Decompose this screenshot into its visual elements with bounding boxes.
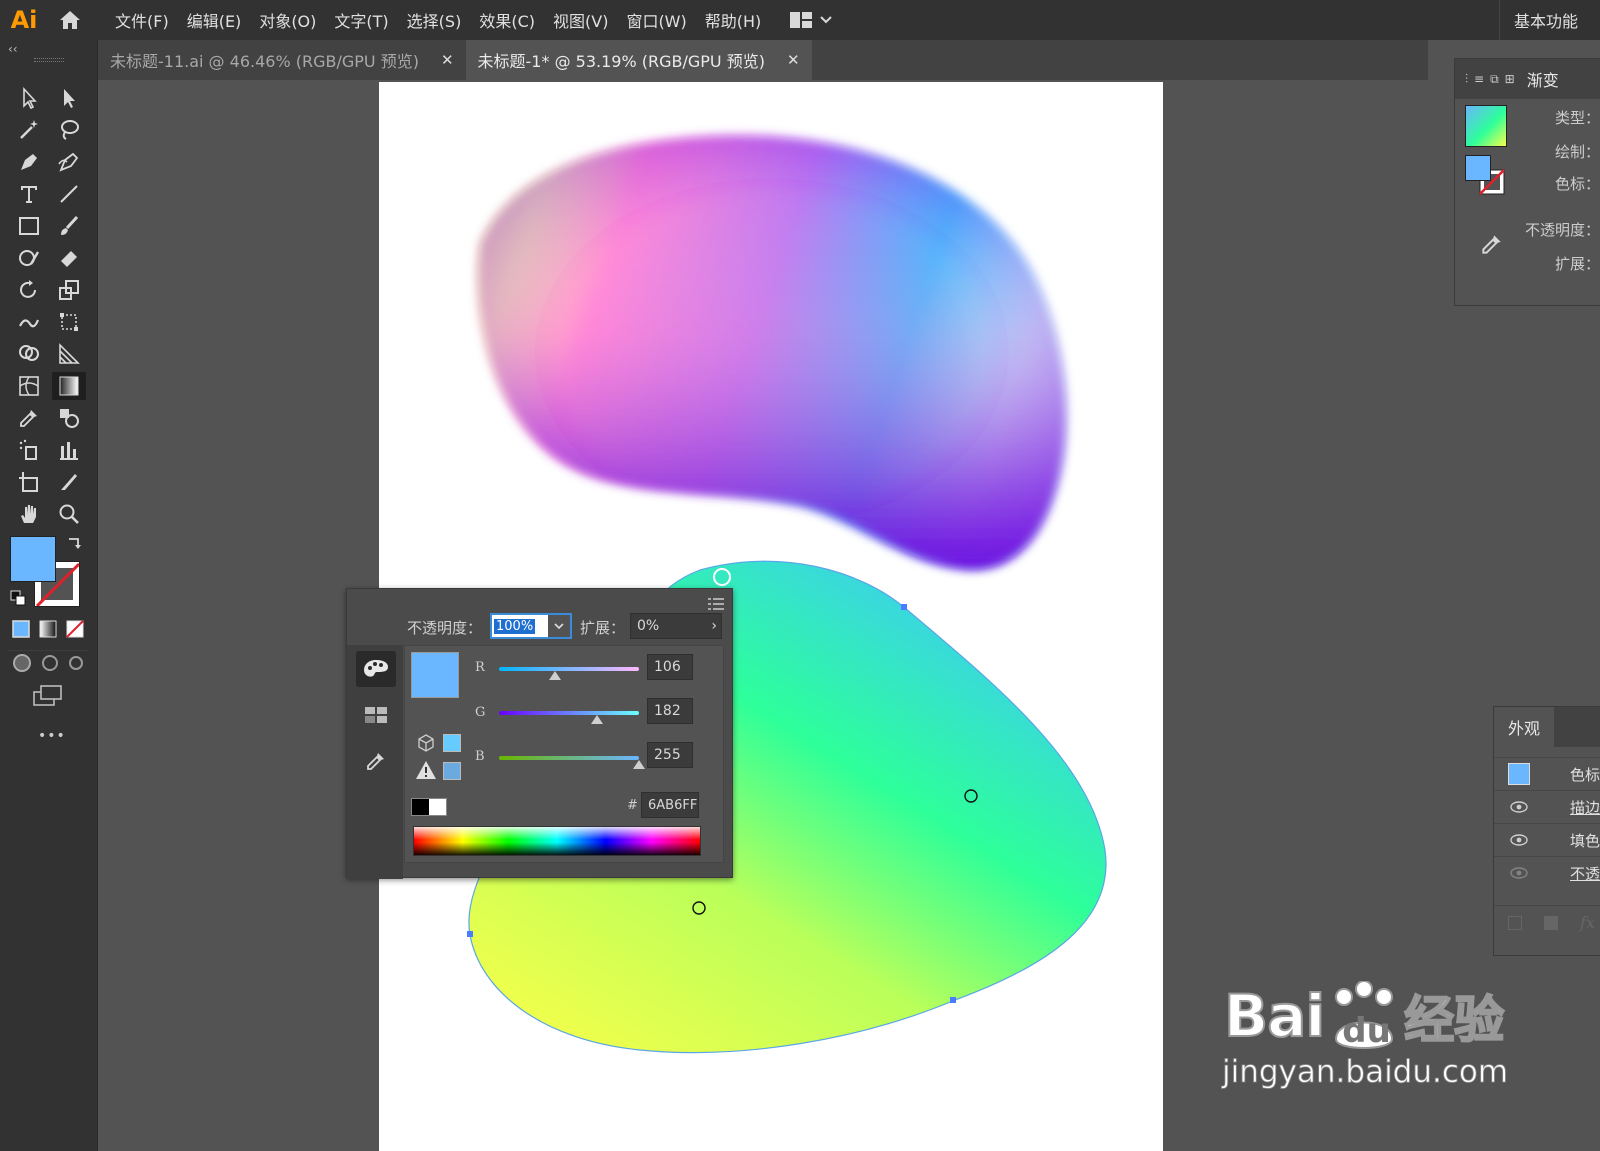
black-swatch[interactable] <box>412 799 429 815</box>
hex-field[interactable]: 6AB6FF <box>641 792 699 818</box>
appearance-row-stroke[interactable]: 描边 <box>1494 790 1600 823</box>
r-value-field[interactable]: 106 <box>647 654 693 680</box>
eye-icon[interactable] <box>1510 831 1528 850</box>
b-slider-thumb[interactable] <box>633 760 645 769</box>
chevron-right-icon[interactable]: › <box>711 618 717 634</box>
appearance-footer: fx <box>1494 905 1600 939</box>
current-color-swatch <box>411 652 459 698</box>
appearance-row-stop[interactable]: 色标 <box>1494 757 1600 790</box>
appearance-row-label: 填色 <box>1570 831 1600 850</box>
r-value: 106 <box>654 659 681 675</box>
appearance-row-label: 色标 <box>1570 765 1600 784</box>
panel-title-gradient[interactable]: 渐变 <box>1527 67 1559 91</box>
appearance-row-label[interactable]: 描边 <box>1570 797 1600 818</box>
align-icon[interactable]: ⫶ <box>1465 72 1468 87</box>
eye-icon[interactable] <box>1510 864 1528 883</box>
gradient-opacity-label: 不透明度： <box>1524 221 1600 239</box>
white-swatch[interactable] <box>429 799 446 815</box>
watermark-du-text: du <box>1342 1011 1391 1051</box>
g-slider-thumb[interactable] <box>591 715 603 724</box>
watermark-url: jingyan.baidu.com <box>1222 1054 1509 1091</box>
anchor-point[interactable] <box>901 604 907 610</box>
black-white-swatches[interactable] <box>411 798 447 816</box>
fill-color-swatch[interactable] <box>10 536 56 582</box>
pathfinder-icon[interactable]: ⧉ <box>1490 72 1499 87</box>
gradient-panel: ⫶ ≡ ⧉ ⊞ 渐变 类型： 绘制： 色标： 不透明度： 扩展： <box>1454 58 1600 306</box>
appearance-panel: 外观 色标 描边 填色 不透明度 fx <box>1493 706 1600 956</box>
watermark-brand-text: 经验 <box>1403 990 1505 1050</box>
appearance-row-label[interactable]: 不透明度 <box>1570 863 1600 884</box>
add-stroke-icon[interactable] <box>1508 915 1522 930</box>
anchor-point[interactable] <box>950 997 956 1003</box>
r-slider-thumb[interactable] <box>549 671 561 680</box>
gradient-type-label: 类型： <box>1554 109 1600 127</box>
artwork <box>467 135 1107 1054</box>
gradient-draw-label: 绘制： <box>1554 143 1600 161</box>
warning-icon <box>415 760 437 784</box>
color-swatch <box>1508 763 1530 785</box>
color-stop-popup: 不透明度： 100% 扩展： 0% › R 106 G 182 B 255 # … <box>346 588 733 879</box>
panel-tabs: 外观 <box>1494 707 1600 747</box>
r-slider[interactable] <box>499 667 639 671</box>
swatches-icon[interactable] <box>365 707 387 727</box>
fill-stroke-mini[interactable] <box>1465 155 1507 197</box>
gradient-preview-swatch[interactable] <box>1465 105 1507 147</box>
watermark-logo-text: Bai <box>1223 981 1326 1051</box>
popup-side-tabs <box>347 645 403 879</box>
out-of-gamut-swatch[interactable] <box>443 762 461 780</box>
3d-cube-icon <box>417 734 435 756</box>
chevron-down-icon[interactable] <box>548 615 570 637</box>
expand-field[interactable]: 0% › <box>630 613 722 639</box>
web-safe-swatch[interactable] <box>443 734 461 752</box>
panel-title-appearance[interactable]: 外观 <box>1494 707 1555 747</box>
opacity-label: 不透明度： <box>407 619 483 637</box>
g-slider[interactable] <box>499 711 639 715</box>
appearance-row-fill[interactable]: 填色 <box>1494 823 1600 856</box>
g-value-field[interactable]: 182 <box>647 698 693 724</box>
fx-icon[interactable]: fx <box>1580 913 1595 932</box>
distribute-icon[interactable]: ≡ <box>1474 72 1484 86</box>
b-slider[interactable] <box>499 756 639 760</box>
palette-icon[interactable] <box>356 651 396 687</box>
transform-icon[interactable]: ⊞ <box>1505 72 1515 86</box>
opacity-field[interactable]: 100% <box>490 613 572 639</box>
color-spectrum-bar[interactable] <box>413 826 701 856</box>
add-fill-icon[interactable] <box>1544 915 1558 930</box>
eye-icon[interactable] <box>1510 798 1528 817</box>
gradient-stop-label: 色标： <box>1554 175 1600 193</box>
appearance-row-opacity[interactable]: 不透明度 <box>1494 856 1600 889</box>
g-label: G <box>475 705 486 720</box>
b-label: B <box>475 749 485 764</box>
eyedropper-icon[interactable] <box>364 749 388 777</box>
eyedropper-icon[interactable] <box>1479 231 1505 261</box>
hex-label: # <box>627 798 638 813</box>
baidu-jingyan-watermark: Bai du 经验 jingyan.baidu.com <box>1222 980 1509 1091</box>
expand-label: 扩展： <box>580 619 626 637</box>
r-label: R <box>475 660 485 675</box>
gradient-expand-label: 扩展： <box>1554 255 1600 273</box>
top-gradient-blob[interactable] <box>478 135 1066 569</box>
popup-menu-icon[interactable] <box>708 595 724 614</box>
hex-value: 6AB6FF <box>648 797 698 813</box>
panel-tabs: ⫶ ≡ ⧉ ⊞ 渐变 <box>1455 59 1600 99</box>
opacity-value[interactable]: 100% <box>494 618 536 634</box>
anchor-point[interactable] <box>467 931 473 937</box>
b-value: 255 <box>654 747 681 763</box>
paw-logo-icon: du <box>1326 980 1402 1051</box>
expand-value: 0% <box>637 618 660 634</box>
b-value-field[interactable]: 255 <box>647 742 693 768</box>
g-value: 182 <box>654 703 681 719</box>
color-mixer: R 106 G 182 B 255 # 6AB6FF <box>404 645 724 863</box>
